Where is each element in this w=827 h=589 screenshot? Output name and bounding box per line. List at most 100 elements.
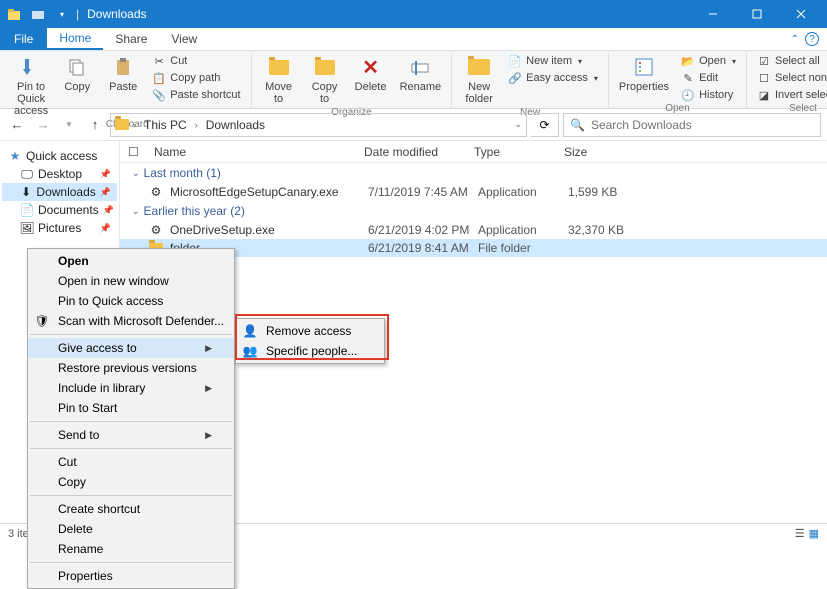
maximize-button[interactable] xyxy=(735,0,779,28)
paste-button[interactable]: Paste xyxy=(102,53,144,95)
tab-share[interactable]: Share xyxy=(103,28,159,50)
nav-quick-access[interactable]: ★ Quick access xyxy=(2,147,117,165)
copy-to-button[interactable]: Copy to xyxy=(304,53,346,107)
ctx-open[interactable]: Open xyxy=(28,251,234,271)
ctx-delete[interactable]: Delete xyxy=(28,519,234,539)
nav-downloads[interactable]: ⬇Downloads📌 xyxy=(2,183,117,201)
ctx-specific-people[interactable]: 👥Specific people... xyxy=(236,341,384,361)
ctx-give-access-to[interactable]: Give access to▶ xyxy=(28,338,234,358)
invert-selection-button[interactable]: ◪Invert selection xyxy=(753,87,827,103)
move-to-icon xyxy=(267,55,291,79)
ctx-restore-versions[interactable]: Restore previous versions xyxy=(28,358,234,378)
details-view-button[interactable]: ☰ xyxy=(795,527,805,540)
app-icon xyxy=(4,4,24,24)
ctx-rename[interactable]: Rename xyxy=(28,539,234,559)
nav-desktop[interactable]: 🖵Desktop📌 xyxy=(2,165,117,183)
chevron-right-icon: ▶ xyxy=(205,383,212,394)
delete-icon: ✕ xyxy=(359,55,383,79)
ctx-include-library[interactable]: Include in library▶ xyxy=(28,378,234,398)
paste-shortcut-icon: 📎 xyxy=(152,88,166,102)
nav-pictures[interactable]: 🖼Pictures📌 xyxy=(2,219,117,237)
nav-documents[interactable]: 📄Documents📌 xyxy=(2,201,117,219)
open-button[interactable]: 📂Open▾ xyxy=(677,53,740,69)
ribbon-help[interactable]: ⌃ ? xyxy=(783,28,827,50)
thumbnails-view-button[interactable]: ▦ xyxy=(809,527,819,540)
copy-to-icon xyxy=(313,55,337,79)
tab-file[interactable]: File xyxy=(0,28,47,50)
edit-icon: ✎ xyxy=(681,71,695,85)
ctx-pin-start[interactable]: Pin to Start xyxy=(28,398,234,418)
column-date[interactable]: Date modified xyxy=(358,145,468,159)
ctx-cut[interactable]: Cut xyxy=(28,452,234,472)
column-type[interactable]: Type xyxy=(468,145,558,159)
exe-icon: ⚙ xyxy=(148,184,164,200)
edit-button[interactable]: ✎Edit xyxy=(677,70,740,86)
delete-button[interactable]: ✕Delete xyxy=(350,53,392,95)
ctx-remove-access[interactable]: 👤Remove access xyxy=(236,321,384,341)
help-icon[interactable]: ? xyxy=(805,32,819,46)
pin-icon: 📌 xyxy=(100,187,111,198)
separator xyxy=(30,448,232,449)
easy-access-button[interactable]: 🔗Easy access▾ xyxy=(504,70,602,86)
select-none-button[interactable]: ☐Select none xyxy=(753,70,827,86)
group-header[interactable]: ⌄Earlier this year (2) xyxy=(120,201,827,221)
column-headers: ☐ Name Date modified Type Size xyxy=(120,141,827,163)
select-all-checkbox[interactable]: ☐ xyxy=(128,145,148,159)
ribbon-group-clipboard: Pin to Quick access Copy Paste ✂Cut 📋Cop… xyxy=(4,53,252,108)
tab-home[interactable]: Home xyxy=(47,28,103,50)
new-item-button[interactable]: 📄New item▾ xyxy=(504,53,602,69)
ctx-scan-defender[interactable]: 🛡Scan with Microsoft Defender... xyxy=(28,311,234,331)
copy-icon xyxy=(65,55,89,79)
chevron-down-icon[interactable]: ⌄ xyxy=(514,119,522,130)
recent-locations-button[interactable]: ▾ xyxy=(58,114,80,136)
column-name[interactable]: Name xyxy=(148,145,358,159)
paste-shortcut-button[interactable]: 📎Paste shortcut xyxy=(148,87,244,103)
minimize-button[interactable] xyxy=(691,0,735,28)
cut-button[interactable]: ✂Cut xyxy=(148,53,244,69)
back-button[interactable]: ← xyxy=(6,114,28,136)
up-button[interactable]: ↑ xyxy=(84,114,106,136)
close-button[interactable] xyxy=(779,0,823,28)
search-icon: 🔍 xyxy=(570,118,585,132)
copy-path-button[interactable]: 📋Copy path xyxy=(148,70,244,86)
file-row[interactable]: ⚙ MicrosoftEdgeSetupCanary.exe 7/11/2019… xyxy=(120,183,827,201)
breadcrumb-downloads[interactable]: Downloads xyxy=(202,118,269,132)
forward-button[interactable]: → xyxy=(32,114,54,136)
qat-dropdown-icon[interactable]: ▾ xyxy=(52,4,72,24)
rename-button[interactable]: Rename xyxy=(396,53,446,95)
pin-to-quick-access-button[interactable]: Pin to Quick access xyxy=(10,53,52,119)
search-input[interactable] xyxy=(591,118,814,132)
history-button[interactable]: 🕘History xyxy=(677,87,740,103)
ctx-pin-quick-access[interactable]: Pin to Quick access xyxy=(28,291,234,311)
download-icon: ⬇ xyxy=(20,185,32,199)
chevron-right-icon: › xyxy=(195,120,198,130)
file-row[interactable]: ⚙ OneDriveSetup.exe 6/21/2019 4:02 PM Ap… xyxy=(120,221,827,239)
ribbon: Pin to Quick access Copy Paste ✂Cut 📋Cop… xyxy=(0,51,827,109)
ctx-copy[interactable]: Copy xyxy=(28,472,234,492)
new-folder-button[interactable]: New folder xyxy=(458,53,500,107)
desktop-icon: 🖵 xyxy=(20,167,34,181)
context-menu: Open Open in new window Pin to Quick acc… xyxy=(27,248,235,589)
cut-icon: ✂ xyxy=(152,54,166,68)
select-all-button[interactable]: ☑Select all xyxy=(753,53,827,69)
breadcrumb-this-pc[interactable]: This PC xyxy=(140,118,191,132)
copy-button[interactable]: Copy xyxy=(56,53,98,95)
move-to-button[interactable]: Move to xyxy=(258,53,300,107)
breadcrumb[interactable]: › This PC › Downloads ⌄ xyxy=(110,113,527,137)
column-size[interactable]: Size xyxy=(558,145,638,159)
window-controls xyxy=(691,0,823,28)
new-item-icon: 📄 xyxy=(508,54,522,68)
tab-view[interactable]: View xyxy=(159,28,209,50)
group-header[interactable]: ⌄Last month (1) xyxy=(120,163,827,183)
give-access-submenu: 👤Remove access 👥Specific people... xyxy=(235,318,385,364)
ctx-properties[interactable]: Properties xyxy=(28,566,234,586)
documents-icon: 📄 xyxy=(20,203,34,217)
search-box[interactable]: 🔍 xyxy=(563,113,821,137)
address-bar-row: ← → ▾ ↑ › This PC › Downloads ⌄ ⟳ 🔍 xyxy=(0,109,827,141)
ctx-send-to[interactable]: Send to▶ xyxy=(28,425,234,445)
properties-button[interactable]: Properties xyxy=(615,53,673,95)
refresh-button[interactable]: ⟳ xyxy=(531,113,559,137)
ctx-open-new-window[interactable]: Open in new window xyxy=(28,271,234,291)
ctx-create-shortcut[interactable]: Create shortcut xyxy=(28,499,234,519)
pin-icon xyxy=(19,55,43,79)
